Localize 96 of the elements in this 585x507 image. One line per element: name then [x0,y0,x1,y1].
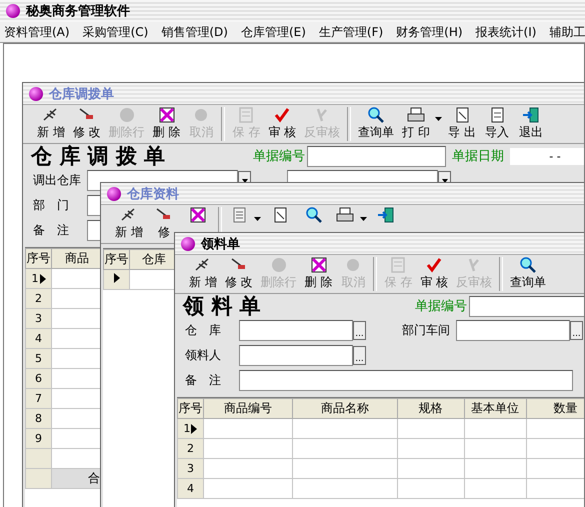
row-number: 3 [26,308,52,328]
search-icon [518,256,538,274]
row-number: 4 [178,478,204,498]
form-title: 领 料 单 [183,292,262,320]
menu-item[interactable]: 仓库管理(E) [240,24,306,40]
app-title: 秘奥商务管理软件 [26,2,130,20]
window-icon [29,86,43,100]
table-cell [397,458,464,478]
row-number: 6 [26,368,52,388]
toolbar-button[interactable]: 新 增 [33,105,69,143]
input-field[interactable] [456,320,570,341]
search-icon [366,106,386,124]
form-title: 仓 库 调 拨 单 [31,142,166,170]
input-field[interactable] [239,370,573,391]
input-field[interactable] [469,296,584,316]
field-label: 备 注 [33,222,70,239]
row-number: 1 [178,418,204,438]
menu-item[interactable]: 销售管理(D) [161,24,228,40]
toolbar-button[interactable]: 修 改 [68,105,105,143]
toolbar-button[interactable]: 查询单 [354,105,398,143]
toolbar-button[interactable]: 审 核 [416,255,452,293]
menu-item[interactable]: 财务管理(H) [396,24,463,40]
toolbar-button[interactable]: 退出 [514,105,548,143]
table-cell [397,438,464,458]
search-icon [304,206,324,224]
input-field[interactable] [307,146,446,166]
row-pointer-icon [114,273,120,283]
menu-item[interactable]: 报表统计(I) [476,24,536,40]
field-label: 单据编号 [253,148,305,165]
column-header: 规格 [397,398,464,418]
menu-item[interactable]: 生产管理(F) [318,24,384,40]
window-title: 仓库调拨单 [49,86,114,102]
menu-item[interactable]: 辅助工 [549,24,585,40]
window-title: 仓库资料 [127,186,179,202]
toolbar-button[interactable]: 审 核 [264,105,300,143]
toolbar-button[interactable]: 删 除 [300,255,336,293]
window-icon [107,186,121,200]
row-number: 2 [178,438,204,458]
toolbar-button[interactable]: 删 除 [148,105,184,143]
row-number [26,468,52,488]
date-field[interactable]: - - [510,148,584,164]
browse-button[interactable]: ... [353,346,366,365]
column-header: 基本单位 [464,398,526,418]
table-cell [397,418,464,438]
printer-icon [406,106,426,124]
column-header: 商品名称 [292,398,398,418]
table-cell [464,478,526,498]
table-cell [397,478,464,498]
toolbar-button[interactable]: 查询单 [506,255,550,293]
column-header: 序号 [178,398,204,418]
toolbar-button[interactable]: 导入 [480,105,514,143]
field-label: 单据日期 [452,148,504,165]
delete-icon [308,256,329,274]
field-label: 仓 库 [185,322,222,339]
table-cell [464,418,526,438]
toolbar-button[interactable]: 新 增 [111,205,147,243]
row-number: 7 [26,388,52,408]
table-cell [464,438,526,458]
window-icon [181,236,195,250]
delete-icon [188,206,208,224]
toolbar-button[interactable]: 修 [146,205,181,243]
exit-icon [520,106,541,124]
field-label: 领料人 [185,347,222,364]
browse-button[interactable]: ... [353,321,366,340]
table-cell [464,458,526,478]
row-number: 9 [26,428,52,448]
column-header: 序号 [26,248,52,268]
input-field[interactable] [239,345,353,366]
row-number: 5 [26,348,52,368]
column-header: 数量 [526,398,584,418]
column-header: 序号 [104,250,130,270]
row-number: 4 [26,328,52,348]
delete-icon [156,106,177,124]
toolbar-button[interactable]: 导 出 [444,105,480,143]
menu-item[interactable]: 资料管理(A) [4,24,70,40]
field-label: 部门车间 [402,322,450,339]
row-number: 3 [178,458,204,478]
row-number: 2 [26,288,52,308]
column-header: 商品 [52,248,102,268]
toolbar-button[interactable]: 修 改 [220,255,257,293]
field-label: 调出仓库 [33,172,81,189]
menu-item[interactable]: 采购管理(C) [82,24,148,40]
field-label: 单据编号 [415,298,467,315]
exit-icon [376,206,396,224]
printer-icon [334,206,355,224]
field-label: 备 注 [185,372,222,389]
browse-button[interactable]: ... [570,321,583,340]
toolbar-button[interactable]: 新 增 [185,255,221,293]
column-header: 商品编号 [203,398,292,418]
window-title: 领料单 [201,236,240,252]
app-logo-icon [6,4,20,18]
row-number: 1 [26,268,52,288]
toolbar-button[interactable]: 打 印 [398,105,444,143]
input-field[interactable] [239,320,353,341]
field-label: 部 门 [33,197,70,214]
row-number: 8 [26,408,52,428]
